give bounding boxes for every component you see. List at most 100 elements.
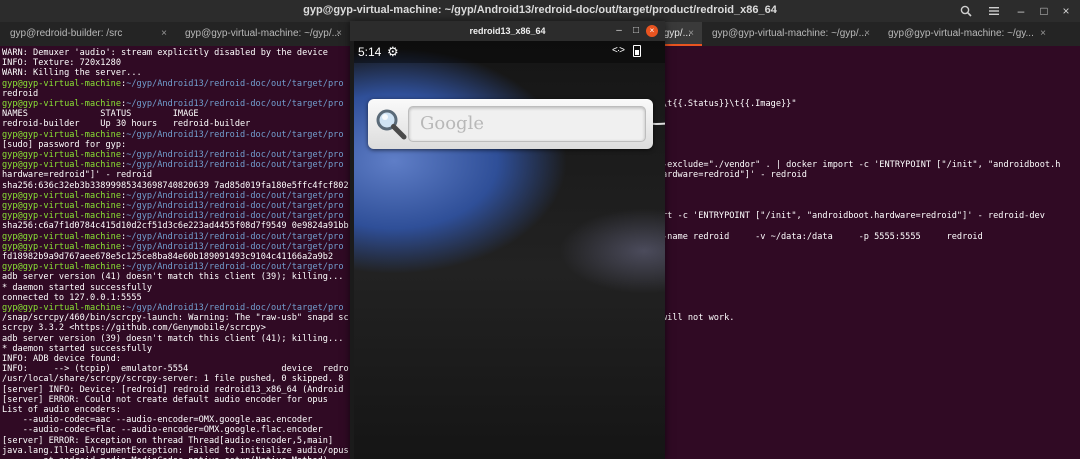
terminal-line-right: \t{{.Status}}\t{{.Image}}" — [662, 99, 797, 109]
tab-close-icon[interactable]: × — [688, 22, 694, 46]
magnifier-icon[interactable] — [374, 107, 408, 141]
terminal-line: adb server version (41) doesn't match th… — [2, 272, 344, 283]
close-icon[interactable]: × — [1057, 2, 1075, 20]
terminal-line: * daemon started successfully — [2, 343, 153, 354]
scrcpy-window[interactable]: redroid13_x86_64 – □ × 5:14 ⚙ <·> Google — [350, 21, 665, 459]
prompt-user: gyp@gyp-virtual-machine — [2, 99, 121, 109]
prompt-user: gyp@gyp-virtual-machine — [2, 150, 121, 160]
prompt-user: gyp@gyp-virtual-machine — [2, 262, 121, 273]
maximize-button[interactable]: □ — [629, 23, 643, 39]
search-icon[interactable] — [957, 2, 975, 20]
terminal-line-right: rt -c 'ENTRYPOINT ["/init", "androidboot… — [662, 211, 1045, 222]
terminal-prompt-line: gyp@gyp-virtual-machine:~/gyp/Android13/… — [2, 303, 344, 313]
tab-1[interactable]: gyp@redroid-builder: /src × — [0, 22, 175, 46]
prompt-path: ~/gyp/Android13/redroid-doc/out/target/p… — [126, 150, 344, 160]
terminal-line: connected to 127.0.0.1:5555 — [2, 292, 142, 303]
android-status-bar: 5:14 ⚙ <·> — [354, 41, 665, 63]
terminal-line: scrcpy 3.3.2 <https://github.com/Genymob… — [2, 323, 266, 334]
terminal-line: java.lang.IllegalArgumentException: Fail… — [2, 445, 349, 456]
terminal-prompt-line: gyp@gyp-virtual-machine:~/gyp/Android13/… — [2, 150, 344, 160]
terminal-prompt-line: gyp@gyp-virtual-machine:~/gyp/Android13/… — [2, 130, 344, 140]
terminal-line-right: -name redroid -v ~/data:/data -p 5555:55… — [662, 231, 983, 242]
tab-label: gyp@gyp-virtual-machine: ~/gyp/... — [712, 28, 867, 39]
terminal-prompt-line: gyp@gyp-virtual-machine:~/gyp/Android13/… — [2, 79, 344, 89]
terminal-line: INFO: Texture: 720x1280 — [2, 58, 121, 69]
terminal-line: * daemon started successfully — [2, 282, 153, 293]
terminal-line: [server] INFO: Device: [redroid] redroid… — [2, 384, 344, 395]
prompt-path: ~/gyp/Android13/redroid-doc/out/target/p… — [126, 190, 344, 201]
prompt-user: gyp@gyp-virtual-machine — [2, 231, 121, 242]
tab-4[interactable]: gyp@gyp-virtual-machine: ~/gyp/... × — [702, 22, 878, 46]
prompt-path: ~/gyp/Android13/redroid-doc/out/target/p… — [126, 303, 344, 313]
terminal-line: sha256:c6a7f1d0784c415d10d2cf51d3c6e223a… — [2, 221, 349, 232]
tab-5[interactable]: gyp@gyp-virtual-machine: ~/gy... × — [878, 22, 1054, 46]
terminal-prompt-line: gyp@gyp-virtual-machine:~/gyp/Android13/… — [2, 99, 344, 109]
terminal-line: NAMES STATUS IMAGE — [2, 109, 199, 120]
tab-label: gyp@redroid-builder: /src — [10, 28, 123, 39]
minimize-icon[interactable]: – — [1012, 2, 1030, 20]
terminal-line: fd18982b9a9d767aee678e5c125ce8ba84e60b18… — [2, 252, 334, 262]
google-search-widget[interactable]: Google — [368, 99, 653, 149]
tab-label: gyp@gyp-virtual-machine: ~/gyp/... — [185, 28, 340, 39]
terminal-prompt-line: gyp@gyp-virtual-machine:~/gyp/Android13/… — [2, 242, 344, 252]
hamburger-icon[interactable] — [985, 2, 1003, 20]
prompt-path: ~/gyp/Android13/redroid-doc/out/target/p… — [126, 211, 344, 222]
prompt-path: ~/gyp/Android13/redroid-doc/out/target/p… — [126, 201, 344, 211]
terminal-prompt-line: gyp@gyp-virtual-machine:~/gyp/Android13/… — [2, 191, 344, 201]
terminal-line: /snap/scrcpy/460/bin/scrcpy-launch: Warn… — [2, 313, 349, 324]
terminal-line: redroid-builder Up 30 hours redroid-buil… — [2, 119, 251, 130]
tab-close-icon[interactable]: × — [1040, 22, 1046, 46]
terminal-line: [sudo] password for gyp: — [2, 139, 127, 150]
prompt-user: gyp@gyp-virtual-machine — [2, 160, 121, 171]
prompt-path: ~/gyp/Android13/redroid-doc/out/target/p… — [126, 160, 344, 171]
terminal-line: --audio-codec=aac --audio-encoder=OMX.go… — [2, 415, 313, 426]
tab-close-icon[interactable]: × — [864, 22, 870, 46]
terminal-line: redroid — [2, 88, 39, 99]
prompt-user: gyp@gyp-virtual-machine — [2, 78, 121, 89]
tab-close-icon[interactable]: × — [336, 22, 342, 46]
prompt-user: gyp@gyp-virtual-machine — [2, 241, 121, 252]
prompt-user: gyp@gyp-virtual-machine — [2, 211, 121, 222]
terminal-prompt-line: gyp@gyp-virtual-machine:~/gyp/Android13/… — [2, 262, 344, 272]
terminal-line: INFO: ADB device found: — [2, 354, 121, 364]
terminal-line: List of audio encoders: — [2, 405, 121, 415]
terminal-line: INFO: --> (tcpip) emulator-5554 device r… — [2, 364, 349, 375]
maximize-icon[interactable]: □ — [1035, 2, 1053, 20]
battery-icon — [633, 45, 641, 57]
tab-close-icon[interactable]: × — [161, 22, 167, 46]
scrcpy-titlebar: redroid13_x86_64 – □ × — [350, 21, 665, 41]
tab-label: gyp@gyp-virtual-machine: ~/gy... — [888, 28, 1034, 39]
terminal-line: [server] ERROR: Exception on thread Thre… — [2, 435, 334, 446]
prompt-path: ~/gyp/Android13/redroid-doc/out/target/p… — [126, 129, 344, 140]
prompt-path: ~/gyp/Android13/redroid-doc/out/target/p… — [126, 262, 344, 273]
gear-icon: ⚙ — [387, 44, 399, 59]
terminal-prompt-line: gyp@gyp-virtual-machine:~/gyp/Android13/… — [2, 201, 344, 211]
prompt-user: gyp@gyp-virtual-machine — [2, 303, 121, 313]
data-arrows-icon: <·> — [612, 45, 625, 56]
terminal-line: --audio-codec=flac --audio-encoder=OMX.g… — [2, 425, 323, 436]
prompt-path: ~/gyp/Android13/redroid-doc/out/target/p… — [126, 78, 344, 89]
terminal-line: [server] ERROR: Could not create default… — [2, 394, 328, 405]
google-search-field[interactable]: Google — [408, 106, 646, 142]
terminal-prompt-line: gyp@gyp-virtual-machine:~/gyp/Android13/… — [2, 211, 344, 221]
terminal-titlebar: gyp@gyp-virtual-machine: ~/gyp/Android13… — [0, 0, 1080, 22]
tab-2[interactable]: gyp@gyp-virtual-machine: ~/gyp/... × — [175, 22, 350, 46]
terminal-line: /usr/local/share/scrcpy/scrcpy-server: 1… — [2, 374, 344, 385]
terminal-line-right: -exclude="./vendor" . | docker import -c… — [662, 160, 1061, 171]
prompt-path: ~/gyp/Android13/redroid-doc/out/target/p… — [126, 231, 344, 242]
minimize-button[interactable]: – — [612, 23, 626, 39]
google-placeholder: Google — [420, 113, 484, 134]
terminal-line-right: will not work. — [662, 313, 735, 324]
terminal-prompt-line: gyp@gyp-virtual-machine:~/gyp/Android13/… — [2, 232, 344, 242]
terminal-line: adb server version (39) doesn't match th… — [2, 333, 344, 344]
window-title: gyp@gyp-virtual-machine: ~/gyp/Android13… — [303, 4, 777, 16]
terminal-line: WARN: Demuxer 'audio': stream explicitly… — [2, 48, 328, 58]
prompt-path: ~/gyp/Android13/redroid-doc/out/target/p… — [126, 99, 344, 109]
terminal-line: WARN: Killing the server... — [2, 68, 142, 79]
terminal-prompt-line: gyp@gyp-virtual-machine:~/gyp/Android13/… — [2, 160, 344, 170]
android-screen[interactable]: 5:14 ⚙ <·> Google — [354, 41, 665, 459]
close-button[interactable]: × — [646, 25, 658, 37]
terminal-line: hardware=redroid"]' - redroid — [2, 170, 153, 181]
prompt-path: ~/gyp/Android13/redroid-doc/out/target/p… — [126, 241, 344, 252]
status-time: 5:14 — [358, 45, 382, 59]
